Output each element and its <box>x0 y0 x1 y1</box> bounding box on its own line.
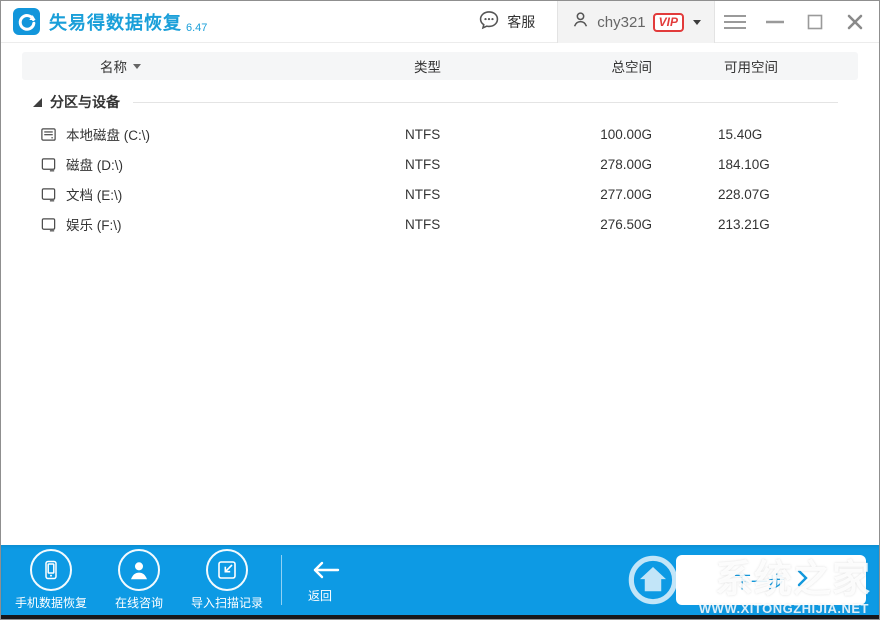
column-header-total: 总空间 <box>611 60 653 75</box>
user-icon <box>571 10 590 34</box>
column-header-available: 可用空间 <box>724 60 778 75</box>
section-divider <box>133 101 838 103</box>
drive-name: 文档 (E:\) <box>66 188 123 203</box>
drive-icon <box>40 186 57 203</box>
phone-icon <box>30 549 72 591</box>
drive-available-space: 15.40G <box>718 126 763 142</box>
app-window: 失易得数据恢复 6.47 客服 chy321 VIP 名称 类型 总空间 可用空… <box>0 0 880 620</box>
window-bottom-edge <box>1 615 879 619</box>
phone-recovery-button[interactable]: 手机数据恢复 <box>7 549 95 611</box>
next-step-button[interactable]: 下一步 <box>676 555 866 605</box>
drive-available-space: 184.10G <box>718 156 770 172</box>
drive-total-space: 100.00G <box>600 126 652 142</box>
drive-name: 磁盘 (D:\) <box>66 158 123 173</box>
section-title: 分区与设备 <box>50 94 120 110</box>
back-label: 返回 <box>308 588 333 603</box>
system-drive-icon <box>40 126 57 143</box>
table-header: 名称 类型 总空间 可用空间 <box>22 52 858 80</box>
drive-icon <box>40 156 57 173</box>
drive-type: NTFS <box>405 216 441 232</box>
vip-badge: VIP <box>652 12 684 32</box>
sort-caret-icon <box>133 63 141 69</box>
app-logo-icon <box>13 8 40 35</box>
phone-recovery-label: 手机数据恢复 <box>14 596 87 610</box>
table-row-drive-f[interactable]: 娱乐 (F:\) NTFS 276.50G 213.21G <box>22 209 858 239</box>
drive-total-space: 276.50G <box>600 216 652 232</box>
drive-name: 本地磁盘 (C:\) <box>66 128 150 143</box>
maximize-button[interactable] <box>795 1 835 43</box>
titlebar: 失易得数据恢复 6.47 客服 chy321 VIP <box>1 1 879 43</box>
import-icon <box>206 549 248 591</box>
chevron-right-icon <box>797 569 808 592</box>
consultant-icon <box>118 549 160 591</box>
column-header-type: 类型 <box>414 60 441 75</box>
app-version: 6.47 <box>186 22 208 34</box>
toolbar-divider <box>281 555 282 605</box>
support-label: 客服 <box>507 13 536 30</box>
table-row-drive-e[interactable]: 文档 (E:\) NTFS 277.00G 228.07G <box>22 179 858 209</box>
drive-total-space: 278.00G <box>600 156 652 172</box>
column-header-name-label: 名称 <box>100 60 127 75</box>
import-scan-records-button[interactable]: 导入扫描记录 <box>183 549 271 611</box>
bottom-toolbar: 手机数据恢复 在线咨询 导入扫描记录 返回 下一步 <box>1 545 879 615</box>
back-arrow-icon <box>308 557 342 583</box>
drive-icon <box>40 216 57 233</box>
column-header-name[interactable]: 名称 <box>22 56 402 76</box>
app-title: 失易得数据恢复 <box>49 12 182 33</box>
chevron-down-icon <box>693 19 701 25</box>
drive-type: NTFS <box>405 156 441 172</box>
close-button[interactable] <box>835 1 875 43</box>
online-consult-button[interactable]: 在线咨询 <box>95 549 183 611</box>
drive-available-space: 213.21G <box>718 216 770 232</box>
next-step-label: 下一步 <box>734 572 785 592</box>
chat-bubble-icon <box>478 9 500 34</box>
user-account-menu[interactable]: chy321 VIP <box>557 1 715 43</box>
drive-type: NTFS <box>405 126 441 142</box>
drive-rows: 本地磁盘 (C:\) NTFS 100.00G 15.40G 磁盘 (D:\) <box>1 119 879 239</box>
table-row-drive-c[interactable]: 本地磁盘 (C:\) NTFS 100.00G 15.40G <box>22 119 858 149</box>
table-row-drive-d[interactable]: 磁盘 (D:\) NTFS 278.00G 184.10G <box>22 149 858 179</box>
back-button[interactable]: 返回 <box>308 557 342 604</box>
main-menu-button[interactable] <box>715 1 755 43</box>
drive-total-space: 277.00G <box>600 186 652 202</box>
section-expanded-icon <box>33 97 42 107</box>
drive-available-space: 228.07G <box>718 186 770 202</box>
username: chy321 <box>597 13 646 31</box>
support-button[interactable]: 客服 <box>478 9 535 34</box>
drive-type: NTFS <box>405 186 441 202</box>
section-partitions-and-devices[interactable]: 分区与设备 <box>33 91 879 113</box>
online-consult-label: 在线咨询 <box>114 596 163 610</box>
drive-list-panel: 名称 类型 总空间 可用空间 分区与设备 本地磁盘 (C:\) NTFS 100… <box>1 43 879 545</box>
drive-name: 娱乐 (F:\) <box>66 218 122 233</box>
minimize-button[interactable] <box>755 1 795 43</box>
import-scan-records-label: 导入扫描记录 <box>190 596 263 610</box>
